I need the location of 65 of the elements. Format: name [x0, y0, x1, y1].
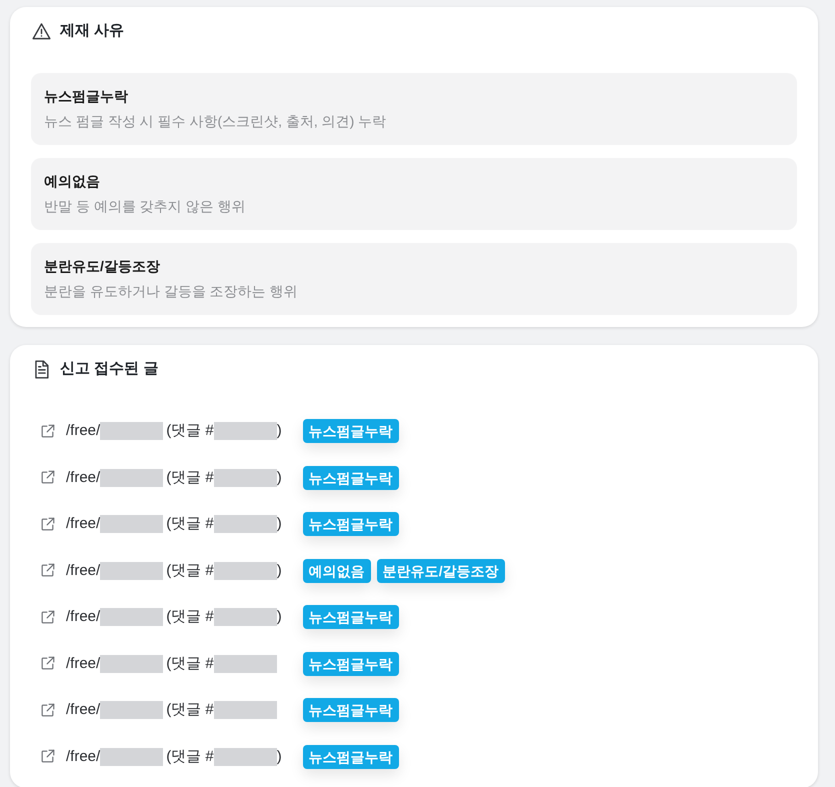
redaction-block: [214, 515, 277, 534]
redaction-block: [100, 654, 164, 673]
external-link-icon[interactable]: [40, 516, 55, 532]
comment-number-label: (댓글 #: [166, 700, 214, 720]
reason-description: 뉴스 펌글 작성 시 필수 사항(스크린샷, 출처, 의견) 누락: [44, 112, 388, 130]
post-path-link[interactable]: /free/: [66, 652, 100, 675]
redaction-block: [214, 422, 277, 440]
reason-tag: 뉴스펌글누락: [302, 605, 399, 630]
reason-tag: 뉴스펌글누락: [302, 652, 399, 676]
redaction-block: [214, 654, 277, 673]
warning-icon: [32, 22, 51, 40]
redaction-block: [214, 562, 277, 580]
post-path-link[interactable]: /free/: [66, 606, 100, 628]
comment-number-label: (댓글 #: [166, 421, 214, 441]
reason-title: 분란유도/갈등조장: [44, 257, 161, 275]
post-path-link[interactable]: /free/: [66, 513, 100, 536]
redaction-block: [100, 515, 164, 534]
external-link-icon[interactable]: [40, 424, 55, 439]
reason-tag: 뉴스펌글누락: [302, 466, 399, 490]
post-path-link[interactable]: /free/: [66, 560, 100, 582]
reason-title: 뉴스펌글누락: [44, 87, 129, 105]
reason-tag: 뉴스펌글누락: [302, 698, 399, 722]
comment-number-label: (댓글 #: [166, 514, 214, 534]
redaction-block: [214, 608, 277, 626]
redaction-block: [214, 701, 277, 720]
redaction-block: [100, 748, 164, 766]
redaction-block: [100, 422, 164, 440]
comment-number-label: (댓글 #: [166, 560, 214, 580]
post-path-link[interactable]: /free/: [66, 746, 100, 768]
redaction-block: [214, 468, 277, 487]
document-icon: [32, 360, 51, 378]
section-title: 신고 접수된 글: [60, 359, 158, 379]
reason-description: 반말 등 예의를 갖추지 않은 행위: [44, 197, 246, 215]
comment-number-label: (댓글 #: [166, 746, 214, 766]
reason-description: 분란을 유도하거나 갈등을 조장하는 행위: [44, 282, 299, 300]
reason-tag: 분란유도/갈등조장: [376, 558, 505, 583]
closing-parenthesis: ): [276, 421, 282, 441]
external-link-icon[interactable]: [40, 702, 55, 718]
redaction-block: [100, 468, 164, 487]
post-path-link[interactable]: /free/: [66, 466, 100, 489]
closing-parenthesis: ): [276, 746, 282, 766]
post-path-link[interactable]: /free/: [66, 420, 100, 442]
comment-number-label: (댓글 #: [166, 468, 214, 488]
redaction-block: [214, 748, 277, 766]
closing-parenthesis: ): [276, 468, 282, 488]
external-link-icon[interactable]: [40, 749, 55, 764]
redaction-block: [100, 562, 164, 580]
reason-tag: 예의없음: [302, 558, 371, 583]
comment-number-label: (댓글 #: [166, 654, 214, 674]
reason-tag: 뉴스펌글누락: [302, 419, 399, 444]
reason-tag: 뉴스펌글누락: [302, 512, 399, 536]
redaction-block: [100, 701, 164, 720]
closing-parenthesis: ): [276, 607, 282, 627]
external-link-icon[interactable]: [40, 656, 55, 672]
post-path-link[interactable]: /free/: [66, 699, 100, 722]
closing-parenthesis: ): [276, 560, 282, 580]
external-link-icon[interactable]: [40, 470, 55, 486]
comment-number-label: (댓글 #: [166, 607, 214, 627]
external-link-icon[interactable]: [40, 610, 55, 625]
section-title: 제재 사유: [60, 21, 124, 41]
closing-parenthesis: ): [276, 514, 282, 534]
redaction-block: [100, 608, 164, 626]
external-link-icon[interactable]: [40, 563, 55, 578]
reason-tag: 뉴스펌글누락: [302, 744, 399, 769]
reason-title: 예의없음: [44, 172, 101, 190]
